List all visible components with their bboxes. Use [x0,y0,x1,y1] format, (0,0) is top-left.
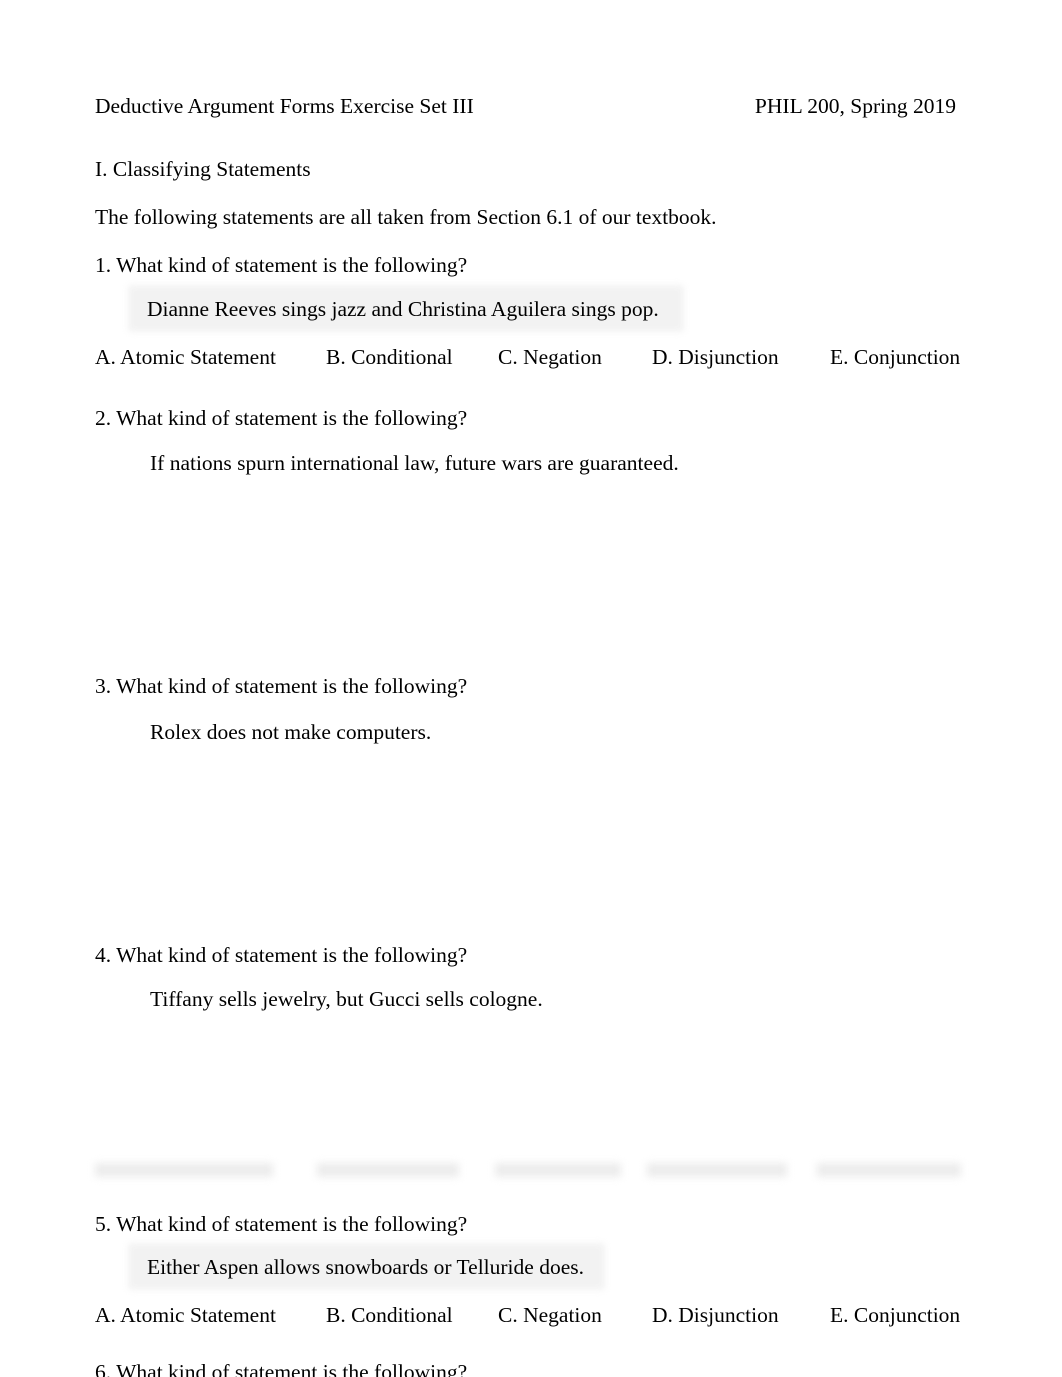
section-heading: I. Classifying Statements [95,157,311,181]
question-2-statement: If nations spurn international law, futu… [150,451,679,475]
faded-option-d [647,1163,787,1177]
faded-option-e [817,1163,961,1177]
question-5-option-d[interactable]: D. Disjunction [652,1302,779,1329]
question-1-option-d[interactable]: D. Disjunction [652,344,779,371]
question-4-prompt: 4. What kind of statement is the followi… [95,943,468,967]
question-1-option-a[interactable]: A. Atomic Statement [95,344,276,371]
question-3-statement: Rolex does not make computers. [150,720,432,744]
question-5-option-e[interactable]: E. Conjunction [830,1302,960,1329]
question-2-prompt: 2. What kind of statement is the followi… [95,406,468,430]
question-1-options: A. Atomic Statement B. Conditional C. Ne… [95,344,960,372]
question-5-option-c[interactable]: C. Negation [498,1302,602,1329]
question-5-option-a[interactable]: A. Atomic Statement [95,1302,276,1329]
question-4-statement: Tiffany sells jewelry, but Gucci sells c… [150,987,543,1011]
document-title: Deductive Argument Forms Exercise Set II… [95,94,474,118]
question-1-option-e[interactable]: E. Conjunction [830,344,960,371]
course-label: PHIL 200, Spring 2019 [754,94,956,118]
faded-option-a [95,1163,273,1177]
question-5-statement: Either Aspen allows snowboards or Tellur… [147,1255,584,1279]
faded-option-b [317,1163,459,1177]
question-1-option-c[interactable]: C. Negation [498,344,602,371]
faded-option-c [495,1163,621,1177]
document-page: Deductive Argument Forms Exercise Set II… [0,0,1062,1377]
question-6-prompt: 6. What kind of statement is the followi… [95,1360,468,1377]
question-5-option-b[interactable]: B. Conditional [326,1302,453,1329]
question-1-prompt: 1. What kind of statement is the followi… [95,253,468,277]
question-1-statement: Dianne Reeves sings jazz and Christina A… [147,297,659,321]
faded-options-row [95,1163,961,1185]
question-1-option-b[interactable]: B. Conditional [326,344,453,371]
question-3-prompt: 3. What kind of statement is the followi… [95,674,468,698]
document-header: Deductive Argument Forms Exercise Set II… [95,94,957,120]
question-5-options: A. Atomic Statement B. Conditional C. Ne… [95,1302,960,1330]
section-intro: The following statements are all taken f… [95,205,717,229]
question-5-prompt: 5. What kind of statement is the followi… [95,1212,468,1236]
